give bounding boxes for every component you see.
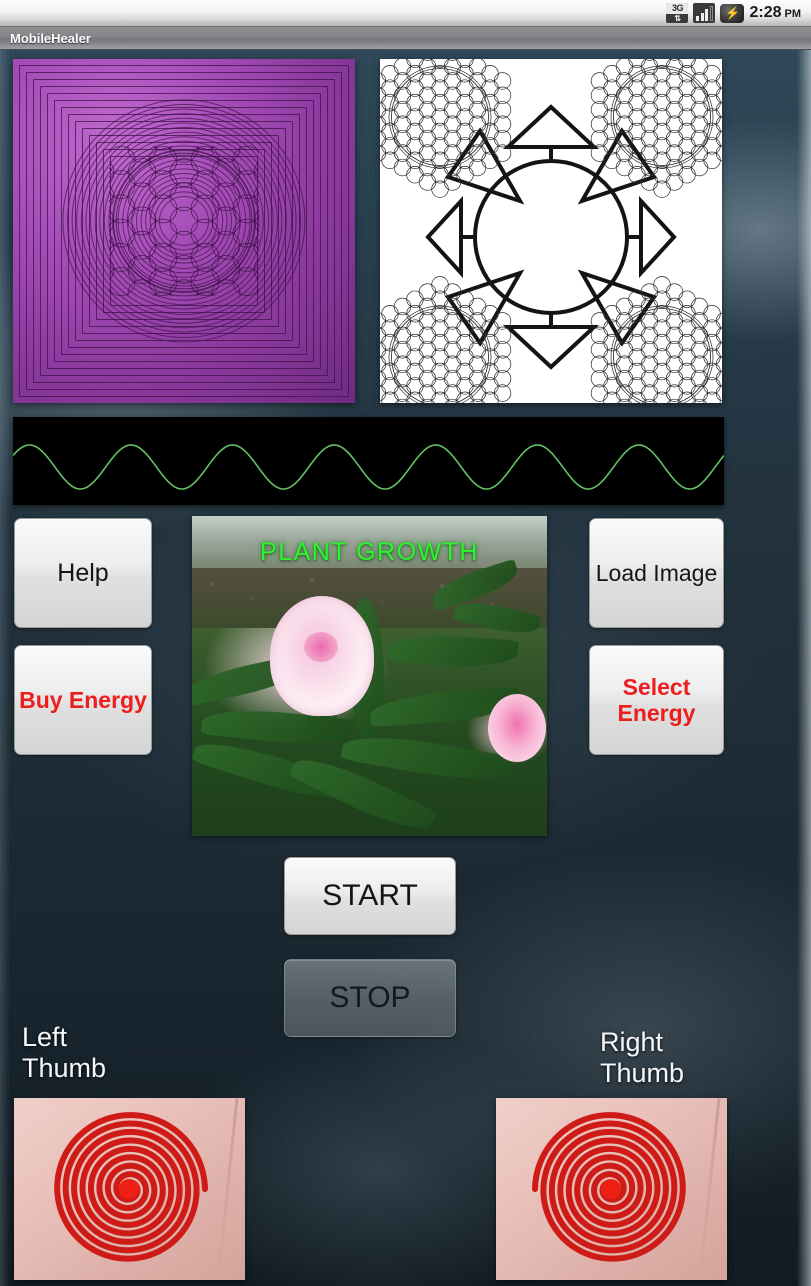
status-bar-clock: 2:28 PM: [749, 4, 801, 22]
left-thumb-label: Left Thumb: [22, 1022, 107, 1083]
photo-flower-secondary: [488, 694, 546, 762]
select-energy-button[interactable]: Select Energy: [589, 645, 724, 755]
cellular-signal-icon: [693, 3, 716, 23]
radionics-diagram-image[interactable]: [380, 59, 722, 403]
load-image-button[interactable]: Load Image: [589, 518, 724, 628]
flower-of-life-icon: [109, 145, 259, 296]
right-spiral-svg: [532, 1112, 686, 1262]
app-root: 3G ⇅ ⚡ 2:28 PM MobileHealer PLANT GROWTH…: [0, 0, 811, 1286]
3g-label: 3G: [666, 3, 689, 14]
3g-signal-icon: 3G ⇅: [666, 3, 689, 23]
3g-arrows: ⇅: [674, 14, 681, 23]
buy-energy-button[interactable]: Buy Energy: [14, 645, 152, 755]
clock-ampm: PM: [784, 8, 802, 20]
buy-energy-button-label: Buy Energy: [19, 686, 147, 713]
load-image-button-label: Load Image: [595, 559, 718, 586]
right-thumb-spiral-image[interactable]: [496, 1098, 727, 1280]
clock-time: 2:28: [749, 4, 782, 21]
stop-button-label: STOP: [329, 980, 411, 1014]
stop-button[interactable]: STOP: [284, 959, 456, 1037]
battery-bolt-glyph: ⚡: [724, 6, 740, 20]
status-bar: 3G ⇅ ⚡ 2:28 PM: [0, 0, 811, 27]
waveform-display[interactable]: [13, 417, 724, 505]
battery-charging-icon: ⚡: [720, 3, 745, 23]
start-button[interactable]: START: [284, 857, 456, 935]
help-button[interactable]: Help: [14, 518, 152, 628]
status-bar-icons: 3G ⇅ ⚡ 2:28 PM: [666, 3, 811, 23]
right-thumb-label: Right Thumb: [600, 1027, 685, 1088]
radionics-diagram-svg: [380, 59, 722, 403]
left-thumb-spiral-image[interactable]: [14, 1098, 245, 1280]
select-energy-button-label: Select Energy: [617, 673, 696, 726]
title-bar: MobileHealer: [0, 27, 811, 50]
photo-flower-main: [270, 596, 374, 716]
app-title: MobileHealer: [10, 30, 91, 46]
background-left-edge: [0, 50, 10, 1286]
photo-caption: PLANT GROWTH: [260, 538, 479, 566]
radionic-plate-image[interactable]: [13, 59, 355, 403]
sine-wave-svg: [13, 444, 724, 490]
left-spiral-svg: [54, 1112, 208, 1262]
subject-photo[interactable]: PLANT GROWTH: [192, 516, 547, 836]
start-button-label: START: [322, 878, 418, 912]
background-right-edge: [797, 50, 811, 1286]
help-button-label: Help: [57, 558, 109, 587]
